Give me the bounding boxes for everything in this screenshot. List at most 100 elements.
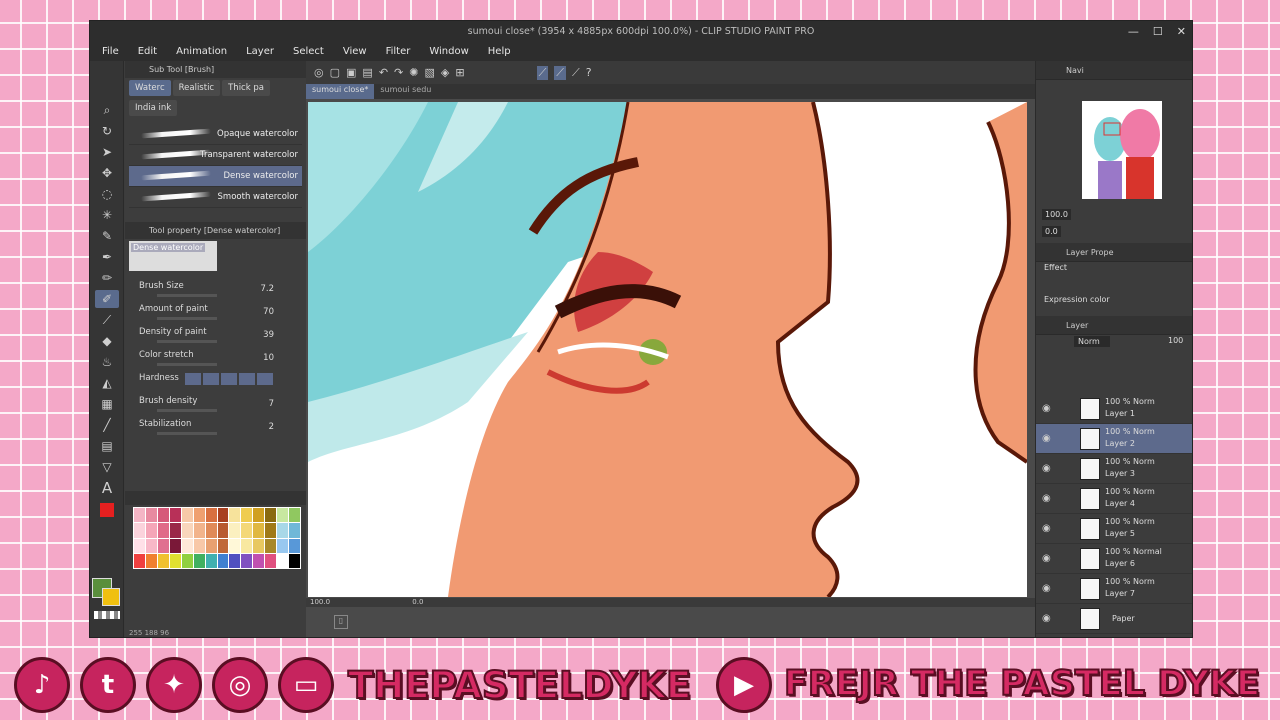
- color-swatch[interactable]: [193, 508, 205, 523]
- eraser-tool-icon[interactable]: ◆: [95, 332, 119, 350]
- color-swatch[interactable]: [157, 538, 169, 553]
- help-icon[interactable]: ?: [586, 66, 592, 79]
- lasso-tool-icon[interactable]: ◌: [95, 185, 119, 203]
- transform-icon[interactable]: ⊞: [455, 66, 464, 79]
- color-swatch[interactable]: [289, 508, 300, 523]
- move-tool-icon[interactable]: ✥: [95, 164, 119, 182]
- new-file-icon[interactable]: ▢: [330, 66, 340, 79]
- blend-tool-icon[interactable]: ♨: [95, 353, 119, 371]
- menu-help[interactable]: Help: [482, 46, 517, 57]
- brush-opaque-watercolor[interactable]: Opaque watercolor: [129, 124, 302, 145]
- brush-dense-watercolor[interactable]: Dense watercolor: [129, 166, 302, 187]
- prop-hardness[interactable]: Hardness: [129, 371, 302, 394]
- brush-transparent-watercolor[interactable]: Transparent watercolor: [129, 145, 302, 166]
- color-swatch[interactable]: [217, 553, 229, 568]
- navigator-zoom[interactable]: 100.0: [1042, 209, 1071, 220]
- gradient-tool-icon[interactable]: ▦: [95, 395, 119, 413]
- color-swatch[interactable]: [193, 523, 205, 538]
- layer-row[interactable]: ◉ 100 % Norm Layer 4: [1036, 484, 1192, 514]
- sub-color-swatch[interactable]: [102, 588, 120, 606]
- layer-row[interactable]: ◉ 100 % Norm Layer 7: [1036, 574, 1192, 604]
- pen-tool-icon[interactable]: ✒: [95, 248, 119, 266]
- blend-mode-select[interactable]: Norm: [1074, 336, 1110, 347]
- clear-icon[interactable]: ▧: [424, 66, 434, 79]
- color-swatch[interactable]: [289, 553, 300, 568]
- prop-brush-density[interactable]: Brush density 7: [129, 394, 302, 417]
- color-swatch[interactable]: [265, 553, 277, 568]
- tab-realistic[interactable]: Realistic: [172, 80, 221, 96]
- brush-tool-icon[interactable]: ✐: [95, 290, 119, 308]
- color-swatch[interactable]: [241, 553, 253, 568]
- visibility-icon[interactable]: ◉: [1042, 463, 1051, 474]
- color-swatch[interactable]: [205, 508, 217, 523]
- color-swatch[interactable]: [134, 553, 145, 568]
- minimize-icon[interactable]: —: [1128, 21, 1139, 42]
- snap-grid-icon[interactable]: ⟋: [572, 66, 580, 80]
- operation-tool-icon[interactable]: ➤: [95, 143, 119, 161]
- twitter-icon[interactable]: ✦: [146, 657, 202, 713]
- deselect-icon[interactable]: ✺: [409, 66, 418, 79]
- color-swatch[interactable]: [241, 538, 253, 553]
- prop-color-stretch[interactable]: Color stretch 10: [129, 348, 302, 371]
- color-swatch[interactable]: [193, 538, 205, 553]
- magic-wand-icon[interactable]: ✳: [95, 206, 119, 224]
- maximize-icon[interactable]: ☐: [1153, 21, 1163, 42]
- color-swatch[interactable]: [169, 553, 181, 568]
- color-swatch[interactable]: [169, 508, 181, 523]
- navigator-angle[interactable]: 0.0: [1042, 226, 1061, 237]
- frame-tool-icon[interactable]: ▤: [95, 437, 119, 455]
- color-swatch[interactable]: [193, 553, 205, 568]
- brush-smooth-watercolor[interactable]: Smooth watercolor: [129, 187, 302, 208]
- color-swatch[interactable]: [265, 508, 277, 523]
- instagram-icon[interactable]: ◎: [212, 657, 268, 713]
- redo-icon[interactable]: ↷: [394, 66, 403, 79]
- color-swatch[interactable]: [277, 553, 289, 568]
- twitch-icon[interactable]: ▭: [278, 657, 334, 713]
- color-swatch[interactable]: [134, 508, 145, 523]
- color-swatch[interactable]: [205, 538, 217, 553]
- undo-icon[interactable]: ↶: [379, 66, 388, 79]
- preset-name-field[interactable]: Dense watercolor: [129, 241, 217, 271]
- color-swatch[interactable]: [277, 523, 289, 538]
- color-swatch[interactable]: [134, 538, 145, 553]
- close-icon[interactable]: ✕: [1177, 21, 1186, 42]
- color-swatch[interactable]: [253, 523, 265, 538]
- color-swatch[interactable]: [205, 523, 217, 538]
- prop-amount-of-paint[interactable]: Amount of paint 70: [129, 302, 302, 325]
- app-logo-icon[interactable]: ◎: [314, 66, 324, 79]
- visibility-icon[interactable]: ◉: [1042, 493, 1051, 504]
- color-swatch[interactable]: [145, 538, 157, 553]
- youtube-icon[interactable]: ▶: [716, 657, 772, 713]
- fill-tool-icon[interactable]: ◭: [95, 374, 119, 392]
- layer-row[interactable]: ◉ 100 % Norm Layer 2: [1036, 424, 1192, 454]
- prop-brush-size[interactable]: Brush Size 7.2: [129, 279, 302, 302]
- visibility-icon[interactable]: ◉: [1042, 403, 1051, 414]
- layer-row[interactable]: ◉ 100 % Normal Layer 6: [1036, 544, 1192, 574]
- color-swatch[interactable]: [145, 508, 157, 523]
- color-swatch[interactable]: [181, 508, 193, 523]
- tab-document-2[interactable]: sumoui sedu: [374, 84, 437, 99]
- color-swatch[interactable]: [134, 523, 145, 538]
- color-swatch[interactable]: [145, 523, 157, 538]
- visibility-icon[interactable]: ◉: [1042, 583, 1051, 594]
- color-swatch[interactable]: [217, 523, 229, 538]
- tumblr-icon[interactable]: t: [80, 657, 136, 713]
- menu-filter[interactable]: Filter: [380, 46, 417, 57]
- color-swatch[interactable]: [229, 523, 241, 538]
- color-swatch[interactable]: [157, 523, 169, 538]
- color-swatch[interactable]: [145, 553, 157, 568]
- menu-layer[interactable]: Layer: [240, 46, 280, 57]
- zoom-readout[interactable]: 100.0: [310, 598, 330, 606]
- rotate-tool-icon[interactable]: ↻: [95, 122, 119, 140]
- tab-thick-paint[interactable]: Thick pa: [222, 80, 270, 96]
- color-swatch[interactable]: [181, 553, 193, 568]
- airbrush-tool-icon[interactable]: ⟋: [95, 311, 119, 329]
- color-swatch[interactable]: [241, 523, 253, 538]
- snap-special-icon[interactable]: ⟋: [554, 65, 566, 80]
- color-palette[interactable]: [133, 507, 301, 569]
- color-swatch[interactable]: [241, 508, 253, 523]
- color-swatch[interactable]: [157, 553, 169, 568]
- tab-document-1[interactable]: sumoui close*: [306, 84, 375, 99]
- visibility-icon[interactable]: ◉: [1042, 613, 1051, 624]
- snap-ruler-icon[interactable]: ⟋: [536, 65, 549, 80]
